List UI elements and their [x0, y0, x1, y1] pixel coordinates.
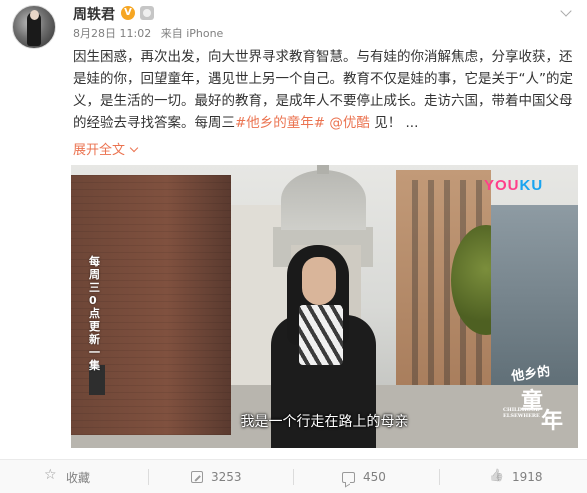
- verified-badge-icon[interactable]: V: [121, 6, 135, 20]
- youku-logo-ku: KU: [519, 177, 544, 194]
- comment-button[interactable]: 450: [342, 460, 386, 493]
- expand-label: 展开全文: [73, 143, 126, 158]
- post-meta: 8月28日 11:02 来自 iPhone: [73, 25, 229, 41]
- mention-link[interactable]: @优酷: [329, 115, 370, 131]
- scene-person-scarf: [299, 305, 343, 365]
- author-name[interactable]: 周轶君: [73, 4, 115, 24]
- hashtag-link[interactable]: #他乡的童年#: [235, 115, 325, 131]
- youku-logo: YOUKU: [484, 177, 543, 194]
- show-logo-english: CHILDHOOD ELSEWHERE: [503, 407, 540, 419]
- video-player[interactable]: 每周三0点更新一集 YOUKU 我是一个行走在路上的母亲 他乡的 童 年 CHI…: [71, 165, 578, 448]
- youku-logo-you: YOU: [484, 177, 520, 194]
- star-icon: [44, 467, 58, 484]
- post-text: 因生困惑，再次出发，向大世界寻求教育智慧。与有娃的你消解焦虑，分享收获，还是娃的…: [73, 46, 578, 134]
- expand-chevron-icon: [129, 143, 139, 153]
- post-tail: 见！ ...: [369, 115, 419, 131]
- avatar-head: [30, 10, 39, 20]
- show-logo-line3: 年: [541, 408, 564, 434]
- author-avatar[interactable]: [12, 5, 56, 49]
- like-count: 1918: [512, 470, 543, 484]
- divider: [439, 469, 440, 485]
- post-date[interactable]: 8月28日 11:02: [73, 27, 151, 40]
- comment-icon: [342, 471, 355, 483]
- repost-count: 3253: [211, 470, 242, 484]
- repost-button[interactable]: 3253: [191, 460, 242, 493]
- expand-full-text-link[interactable]: 展开全文: [73, 139, 139, 158]
- show-logo: 他乡的 童 年 CHILDHOOD ELSEWHERE: [501, 363, 571, 434]
- scene-cathedral-lantern: [317, 165, 329, 174]
- thumbs-up-icon: [490, 470, 504, 484]
- member-icon[interactable]: [140, 6, 154, 20]
- scene-person-face: [302, 257, 336, 305]
- favorite-label: 收藏: [66, 470, 91, 485]
- like-button[interactable]: 1918: [490, 460, 543, 493]
- chevron-down-icon[interactable]: [560, 7, 572, 19]
- repost-icon: [191, 471, 203, 483]
- action-bar: 收藏 3253 450 1918: [0, 459, 587, 493]
- divider: [148, 469, 149, 485]
- show-logo-line1: 他乡的: [510, 364, 552, 385]
- post-source: 来自 iPhone: [160, 27, 224, 40]
- divider: [293, 469, 294, 485]
- video-schedule-text: 每周三0点更新一集: [89, 255, 100, 372]
- comment-count: 450: [363, 470, 386, 484]
- scene-cathedral-dome: [281, 170, 366, 230]
- favorite-button[interactable]: 收藏: [44, 460, 90, 493]
